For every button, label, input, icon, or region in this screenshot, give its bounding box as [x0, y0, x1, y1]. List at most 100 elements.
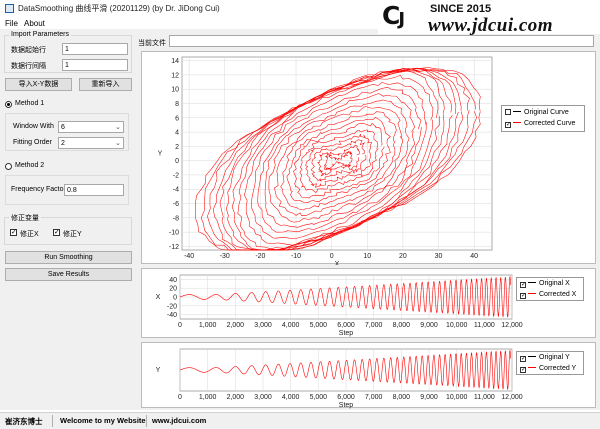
x-tick-label: 0 [330, 253, 334, 260]
legend-corrected-y-checkbox[interactable]: ✓ [520, 367, 526, 373]
x-axis-label: X [335, 261, 340, 265]
menu-file[interactable]: File [5, 19, 18, 28]
import-xy-button[interactable]: 导入X-Y数据 [5, 78, 72, 91]
y-tick-label: -10 [169, 230, 179, 237]
y-tick-label: 14 [171, 58, 179, 65]
reimport-button[interactable]: 重新导入 [79, 78, 132, 91]
frequency-factor-label: Frequency Factor [11, 186, 66, 193]
legend-original-x-checkbox[interactable]: ✓ [520, 282, 526, 288]
x-tick-label: -10 [291, 253, 301, 260]
x-tick-label: 30 [435, 253, 443, 260]
method2-group: Frequency Factor 0.8 [5, 175, 129, 205]
x-tick-label: 4,000 [282, 394, 300, 401]
run-smoothing-button[interactable]: Run Smoothing [5, 251, 132, 264]
chevron-down-icon: ⌄ [115, 124, 121, 131]
legend-item-original-y[interactable]: ✓ Original Y [520, 354, 570, 362]
y-tick-label: 0 [175, 158, 179, 165]
y-tick-label: 20 [169, 286, 177, 293]
x-tick-label: 12,000 [501, 322, 523, 329]
legend-item-corrected-curve[interactable]: ✓ Corrected Curve [505, 120, 575, 128]
legend-corrected-curve-checkbox[interactable]: ✓ [505, 122, 511, 128]
legend-corrected-x-swatch [528, 293, 536, 294]
x-tick-label: -30 [220, 253, 230, 260]
y-tick-label: 0 [173, 295, 177, 302]
method2-label: Method 2 [15, 162, 45, 169]
y-tick-label: 8 [175, 101, 179, 108]
y-tick-label: -20 [167, 303, 177, 310]
fitting-order-label: Fitting Order [13, 139, 52, 146]
legend-original-x-label: Original X [539, 280, 570, 287]
method1-group: Window With 6 ⌄ Fitting Order 2 ⌄ [5, 113, 129, 151]
y-tick-label: 2 [175, 144, 179, 151]
method1-label: Method 1 [15, 100, 45, 107]
x-tick-label: 1,000 [199, 322, 217, 329]
status-divider [146, 415, 147, 427]
method1-radio[interactable] [5, 101, 12, 108]
correct-y-checkbox[interactable]: ✓ [53, 229, 60, 236]
x-tick-label: 5,000 [310, 394, 328, 401]
x-step-legend: ✓ Original X ✓ Corrected X [516, 277, 584, 301]
x-tick-label: 10 [363, 253, 371, 260]
correction-title: 修正变量 [9, 213, 41, 223]
y-tick-label: -8 [173, 215, 179, 222]
status-bar: 崔济东博士 Welcome to my Website www.jdcui.co… [0, 412, 600, 429]
x-axis-label: Step [339, 330, 354, 337]
legend-original-curve-swatch [513, 111, 521, 112]
x-tick-label: 8,000 [393, 322, 411, 329]
y-tick-label: 40 [169, 277, 177, 284]
window-title: DataSmoothing 曲线平滑 (20201129) (by Dr. Ji… [18, 4, 220, 13]
legend-corrected-x-checkbox[interactable]: ✓ [520, 293, 526, 299]
status-divider [52, 415, 53, 427]
hysteresis-chart[interactable]: -40 -30 -20 -10 0 10 20 30 40-12-10-8-6-4-202468… [142, 52, 597, 268]
row-interval-label: 数据行间隔 [11, 63, 46, 70]
frequency-factor-input[interactable]: 0.8 [64, 184, 124, 196]
status-website[interactable]: www.jdcui.com [152, 416, 206, 425]
x-step-chart-panel: 0 1,000 2,000 3,000 4,000 5,000 6,000 7,000 8,00… [141, 268, 596, 338]
y-tick-label: 4 [175, 130, 179, 137]
status-welcome: Welcome to my Website [60, 416, 146, 425]
x-tick-label: 7,000 [365, 394, 383, 401]
save-results-button[interactable]: Save Results [5, 268, 132, 281]
legend-item-original-x[interactable]: ✓ Original X [520, 280, 570, 288]
control-panel: Import Parameters 数据起始行 1 数据行间隔 1 导入X-Y数… [0, 29, 136, 410]
legend-corrected-x-label: Corrected X [539, 291, 577, 298]
y-tick-label: -12 [169, 244, 179, 251]
x-tick-label: 2,000 [227, 394, 245, 401]
import-parameters-title: Import Parameters [9, 31, 71, 38]
x-tick-label: -20 [255, 253, 265, 260]
correction-group: 修正变量 ✓ 修正X ✓ 修正Y [4, 213, 132, 245]
x-tick-label: 0 [178, 394, 182, 401]
y-step-legend: ✓ Original Y ✓ Corrected Y [516, 351, 584, 375]
x-tick-label: 11,000 [474, 322, 495, 329]
site-logo: CJ SINCE 2015 www.jdcui.com [378, 1, 600, 36]
legend-original-y-checkbox[interactable]: ✓ [520, 356, 526, 362]
x-tick-label: 10,000 [446, 322, 468, 329]
plot-area [181, 56, 493, 251]
x-tick-label: 9,000 [420, 322, 438, 329]
menu-about[interactable]: About [24, 19, 45, 28]
method2-radio[interactable] [5, 163, 12, 170]
legend-item-corrected-y[interactable]: ✓ Corrected Y [520, 365, 576, 373]
window-width-select[interactable]: 6 ⌄ [58, 121, 124, 133]
y-tick-label: -2 [173, 172, 179, 179]
row-interval-input[interactable]: 1 [62, 59, 128, 71]
legend-item-corrected-x[interactable]: ✓ Corrected X [520, 291, 576, 299]
y-tick-label: 10 [171, 87, 179, 94]
x-tick-label: 1,000 [199, 394, 217, 401]
app-icon [5, 4, 14, 13]
x-tick-label: 10,000 [446, 394, 468, 401]
chart-panel: 当前文件 -40 -30 -20 -10 0 10 20 30 40 -12 -10 -8 -6 -4 -2… [136, 29, 600, 410]
x-tick-label: 11,000 [474, 394, 495, 401]
y-axis-label: Y [156, 367, 161, 374]
legend-original-curve-checkbox[interactable] [505, 109, 511, 115]
legend-corrected-y-swatch [528, 367, 536, 368]
logo-mark: CJ [382, 1, 405, 31]
correct-x-checkbox[interactable]: ✓ [10, 229, 17, 236]
current-file-label: 当前文件 [138, 40, 166, 47]
fitting-order-select[interactable]: 2 ⌄ [58, 137, 124, 149]
legend-item-original-curve[interactable]: Original Curve [505, 109, 569, 116]
fitting-order-value: 2 [61, 140, 65, 147]
y-tick-label: -4 [173, 187, 179, 194]
start-row-input[interactable]: 1 [62, 43, 128, 55]
x-tick-label: 7,000 [365, 322, 383, 329]
